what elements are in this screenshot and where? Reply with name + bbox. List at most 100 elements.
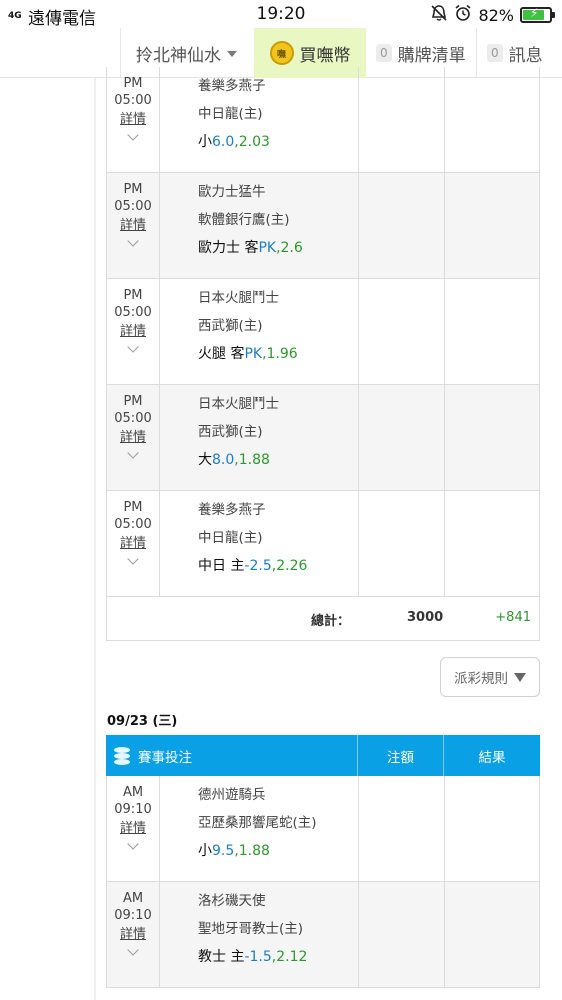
- pick-odds: ,1.88: [234, 452, 270, 468]
- total-label: 總計：: [311, 614, 351, 629]
- match-cell: 日本火腿鬥士 西武獅(主) 大8.0,1.88: [160, 385, 359, 490]
- table-row: PM 05:00 詳情 日本火腿鬥士 西武獅(主) 火腿 客PK,1.96: [107, 279, 539, 385]
- amount-cell: [359, 279, 445, 384]
- pick-odds: ,1.88: [234, 843, 270, 859]
- pick-line: -2.5: [244, 558, 272, 574]
- triangle-down-icon: [514, 672, 526, 682]
- detail-link[interactable]: 詳情: [120, 217, 146, 234]
- amount-cell: [359, 776, 445, 881]
- home-team: 西武獅(主): [198, 424, 263, 440]
- game-time: 05:00: [114, 199, 152, 214]
- amount-cell: [359, 67, 445, 172]
- username: 拎北神仙水: [136, 45, 221, 66]
- away-team: 養樂多燕子: [198, 502, 266, 518]
- home-team: 西武獅(主): [198, 318, 263, 334]
- ampm: AM: [122, 785, 144, 800]
- side-divider: [94, 78, 96, 1000]
- table-row: AM 09:10 詳情 德州遊騎兵 亞歷桑那響尾蛇(主) 小9.5,1.88: [107, 776, 539, 882]
- pick-line: -1.5: [244, 949, 272, 965]
- pick-line: 8.0: [212, 452, 235, 468]
- time-cell: PM 05:00 詳情: [107, 491, 160, 596]
- pick-odds: ,2.12: [271, 949, 308, 965]
- ampm: PM: [123, 182, 143, 197]
- away-team: 養樂多燕子: [198, 78, 266, 94]
- table-row: PM 05:00 詳情 養樂多燕子 中日龍(主) 中日 主-2.5,2.26: [107, 491, 539, 597]
- total-result: +841: [495, 610, 531, 625]
- result-cell: [445, 173, 539, 278]
- status-bar: 4G 遠傳電信 19:20 82% ⚡: [0, 0, 562, 29]
- chevron-down-icon[interactable]: [127, 944, 139, 956]
- pick-odds: ,2.6: [276, 240, 303, 256]
- amount-cell: [359, 385, 445, 490]
- detail-link[interactable]: 詳情: [120, 323, 146, 340]
- detail-link[interactable]: 詳情: [120, 926, 146, 943]
- amount-cell: [359, 491, 445, 596]
- bet-pick: 小9.5,1.88: [198, 841, 358, 869]
- total-row: 總計： 3000 +841: [107, 597, 539, 641]
- pick-prefix: 小: [198, 843, 212, 859]
- ampm: PM: [123, 500, 143, 515]
- payout-rules-label: 派彩規則: [454, 671, 508, 687]
- detail-link[interactable]: 詳情: [120, 111, 146, 128]
- result-cell: [445, 279, 539, 384]
- pick-odds: ,2.03: [234, 134, 270, 150]
- result-cell: [445, 385, 539, 490]
- game-time: 05:00: [114, 93, 152, 108]
- amount-cell: [359, 173, 445, 278]
- pick-line: PK: [258, 240, 277, 256]
- time-cell: AM 09:10 詳情: [107, 882, 160, 987]
- chevron-down-icon[interactable]: [127, 129, 139, 141]
- match-cell: 歐力士猛牛 軟體銀行鷹(主) 歐力士 客PK,2.6: [160, 173, 359, 278]
- coin-icon: 嘸: [269, 41, 294, 65]
- pick-prefix: 大: [198, 452, 212, 468]
- chevron-down-icon[interactable]: [127, 553, 139, 565]
- table-row: PM 05:00 詳情 歐力士猛牛 軟體銀行鷹(主) 歐力士 客PK,2.6: [107, 173, 539, 279]
- chevron-down-icon[interactable]: [127, 235, 139, 247]
- game-time: 09:10: [114, 802, 152, 817]
- pick-line: 9.5: [212, 843, 235, 859]
- detail-link[interactable]: 詳情: [120, 820, 146, 837]
- game-time: 05:00: [114, 517, 152, 532]
- home-team: 中日龍(主): [198, 530, 263, 546]
- chevron-down-icon[interactable]: [127, 341, 139, 353]
- caret-down-icon: [227, 51, 237, 57]
- bet-rows: AM 09:10 詳情 德州遊騎兵 亞歷桑那響尾蛇(主) 小9.5,1.88 AM 09:10…: [107, 776, 539, 988]
- pick-line: PK: [244, 346, 263, 362]
- result-cell: [445, 882, 539, 987]
- bet-pick: 火腿 客PK,1.96: [198, 344, 358, 372]
- pick-prefix: 小: [198, 134, 212, 150]
- game-time: 05:00: [114, 411, 152, 426]
- away-team: 德州遊騎兵: [198, 787, 266, 803]
- result-cell: [445, 491, 539, 596]
- home-team: 軟體銀行鷹(主): [198, 212, 290, 228]
- header-event-label: 賽事投注: [138, 749, 192, 766]
- pick-prefix: 教士 主: [198, 949, 245, 965]
- header-event: 賽事投注: [106, 735, 358, 776]
- ampm: PM: [123, 288, 143, 303]
- bet-pick: 大8.0,1.88: [198, 450, 358, 478]
- payout-rules-button[interactable]: 派彩規則: [440, 657, 540, 697]
- pick-prefix: 歐力士 客: [198, 240, 259, 256]
- mute-icon: [430, 4, 448, 26]
- chevron-down-icon[interactable]: [127, 447, 139, 459]
- chevron-down-icon[interactable]: [127, 838, 139, 850]
- bet-rows: PM 05:00 詳情 養樂多燕子 中日龍(主) 小6.0,2.03 PM 05:00 詳情 歐力…: [107, 67, 539, 597]
- header-result: 結果: [478, 749, 506, 766]
- ampm: PM: [123, 76, 143, 91]
- detail-link[interactable]: 詳情: [120, 535, 146, 552]
- cart-label: 購牌清單: [397, 45, 466, 66]
- pick-prefix: 火腿 客: [198, 346, 245, 362]
- charging-icon: ⚡: [530, 6, 539, 20]
- pick-prefix: 中日 主: [198, 558, 245, 574]
- detail-link[interactable]: 詳情: [120, 429, 146, 446]
- match-cell: 養樂多燕子中日龍(主) 小6.0,2.03: [160, 67, 359, 172]
- bet-table-2: AM 09:10 詳情 德州遊騎兵 亞歷桑那響尾蛇(主) 小9.5,1.88 AM 09:10…: [106, 776, 540, 988]
- home-team: 聖地牙哥教士(主): [198, 921, 304, 937]
- pick-line: 6.0: [212, 134, 235, 150]
- database-icon: [114, 746, 130, 765]
- result-cell: [445, 67, 539, 172]
- messages-label: 訊息: [508, 45, 543, 66]
- game-time: 09:10: [114, 908, 152, 923]
- home-team: 中日龍(主): [198, 106, 263, 122]
- bet-pick: 小6.0,2.03: [198, 132, 358, 160]
